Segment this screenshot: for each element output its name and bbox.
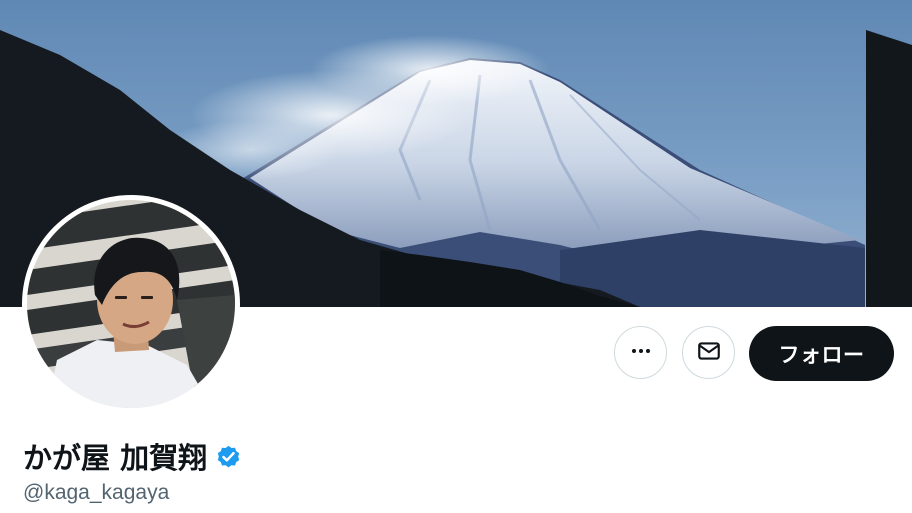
profile-avatar[interactable]	[22, 195, 240, 413]
user-handle: @kaga_kagaya	[23, 481, 170, 504]
avatar-photo	[27, 200, 235, 408]
profile-page: フォロー かが屋 加賀翔 @kaga_kagaya	[0, 0, 912, 513]
more-horizontal-icon	[629, 339, 653, 367]
display-name: かが屋 加賀翔	[23, 441, 208, 475]
display-name-row: かが屋 加賀翔	[23, 436, 242, 476]
verified-badge-icon[interactable]	[215, 443, 242, 470]
envelope-icon	[696, 338, 722, 368]
follow-button[interactable]: フォロー	[749, 326, 894, 381]
more-options-button[interactable]	[614, 326, 667, 379]
message-button[interactable]	[682, 326, 735, 379]
person-portrait-illustration	[27, 200, 235, 408]
follow-button-label: フォロー	[778, 342, 865, 367]
